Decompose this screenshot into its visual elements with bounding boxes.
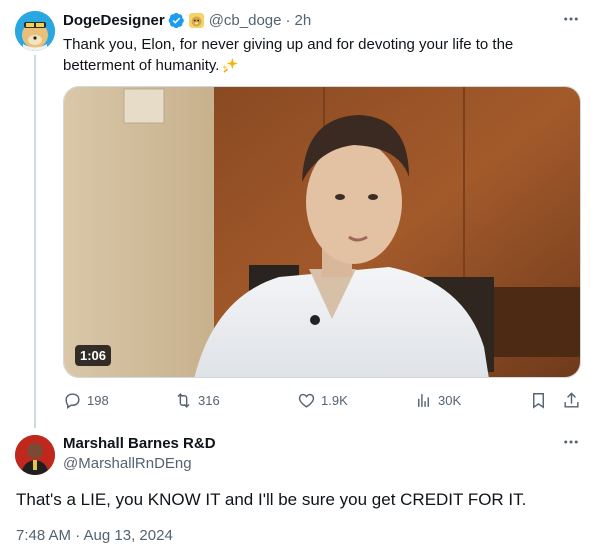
tweet-actions-bar: 198 316 1.9K 30K — [63, 389, 583, 413]
video-player[interactable]: 1:06 — [63, 86, 581, 378]
author-handle[interactable]: @cb_doge — [209, 12, 282, 29]
tweet-text: Thank you, Elon, for never giving up and… — [63, 34, 563, 76]
reply-timestamp[interactable]: 7:48 AM · Aug 13, 2024 — [16, 527, 173, 544]
doge-avatar-image — [15, 11, 55, 51]
like-button[interactable]: 1.9K — [297, 389, 348, 411]
avatar-marshall-barnes[interactable] — [15, 435, 55, 475]
tweet-text-content: Thank you, Elon, for never giving up and… — [63, 36, 514, 74]
views-button[interactable]: 30K — [414, 389, 461, 411]
video-frame — [64, 87, 580, 377]
reply-author-handle[interactable]: @MarshallRnDEng — [63, 454, 216, 474]
repost-count: 316 — [198, 392, 220, 408]
views-icon — [418, 393, 429, 407]
reply-text: That's a LIE, you KNOW IT and I'll be su… — [16, 490, 527, 509]
bookmark-icon — [533, 392, 544, 409]
more-icon[interactable] — [559, 9, 583, 29]
bookmark-button[interactable] — [529, 389, 553, 411]
like-icon — [298, 393, 315, 408]
video-duration: 1:06 — [75, 345, 112, 366]
repost-icon — [177, 392, 190, 408]
like-count: 1.9K — [321, 392, 348, 408]
tweet-time-ago[interactable]: 2h — [294, 12, 311, 29]
reply-header: Marshall Barnes R&D @MarshallRnDEng — [63, 434, 216, 474]
avatar-dogedesigner[interactable] — [15, 11, 55, 51]
marshall-avatar-image — [15, 435, 55, 475]
thread-connector-line — [34, 55, 36, 428]
author-display-name[interactable]: DogeDesigner — [63, 12, 165, 29]
views-count: 30K — [438, 392, 462, 408]
reply-icon — [65, 392, 80, 409]
sparkle-emoji-icon — [221, 56, 239, 73]
reply-button[interactable]: 198 — [63, 389, 109, 411]
reply-count: 198 — [87, 392, 109, 408]
doge-badge-icon[interactable] — [188, 12, 204, 28]
share-icon — [564, 391, 579, 408]
verified-badge-icon[interactable] — [168, 12, 185, 29]
separator-dot: · — [285, 11, 291, 29]
reply-more-icon[interactable] — [559, 432, 583, 452]
repost-button[interactable]: 316 — [174, 389, 220, 411]
share-button[interactable] — [562, 389, 586, 411]
original-tweet-header: DogeDesigner @cb_doge · 2h — [63, 10, 311, 30]
reply-author-display-name[interactable]: Marshall Barnes R&D — [63, 434, 216, 454]
